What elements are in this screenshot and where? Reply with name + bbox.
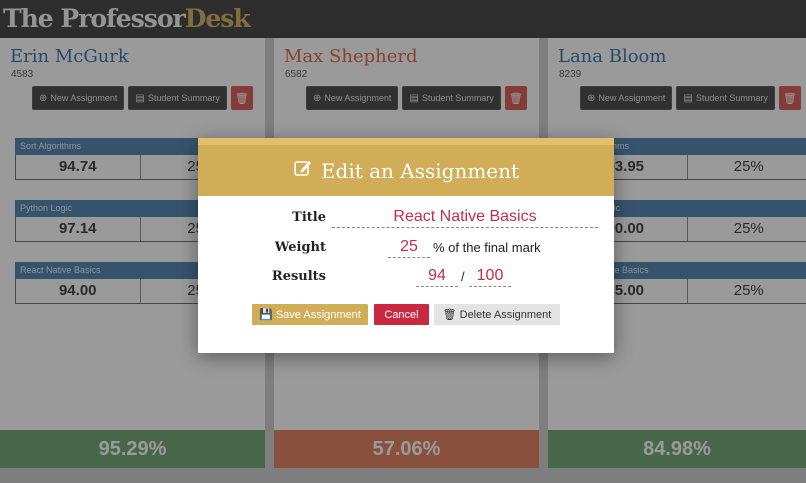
save-assignment-button[interactable]: 💾 Save Assignment [252, 304, 368, 325]
trash-icon: 🗑 [442, 309, 457, 321]
save-assignment-label: Save Assignment [275, 308, 361, 321]
edit-assignment-modal: Edit an Assignment Title Weight % of the… [198, 138, 614, 353]
results-total-input[interactable] [469, 265, 511, 287]
results-separator: / [461, 269, 465, 284]
edit-icon [293, 158, 313, 183]
cancel-label: Cancel [384, 308, 419, 321]
delete-assignment-button[interactable]: 🗑 Delete Assignment [434, 304, 560, 325]
weight-suffix: % of the final mark [433, 240, 541, 255]
cancel-button[interactable]: Cancel [374, 304, 429, 325]
assignment-title-input[interactable] [332, 206, 598, 228]
results-label: Results [271, 269, 326, 284]
weight-input[interactable] [388, 236, 430, 258]
modal-title: Edit an Assignment [320, 158, 520, 183]
delete-assignment-label: Delete Assignment [459, 308, 552, 321]
save-icon: 💾 [259, 309, 273, 321]
weight-label: Weight [274, 240, 326, 255]
results-score-input[interactable] [416, 265, 458, 287]
modal-header: Edit an Assignment [198, 138, 614, 196]
title-label: Title [292, 210, 326, 225]
